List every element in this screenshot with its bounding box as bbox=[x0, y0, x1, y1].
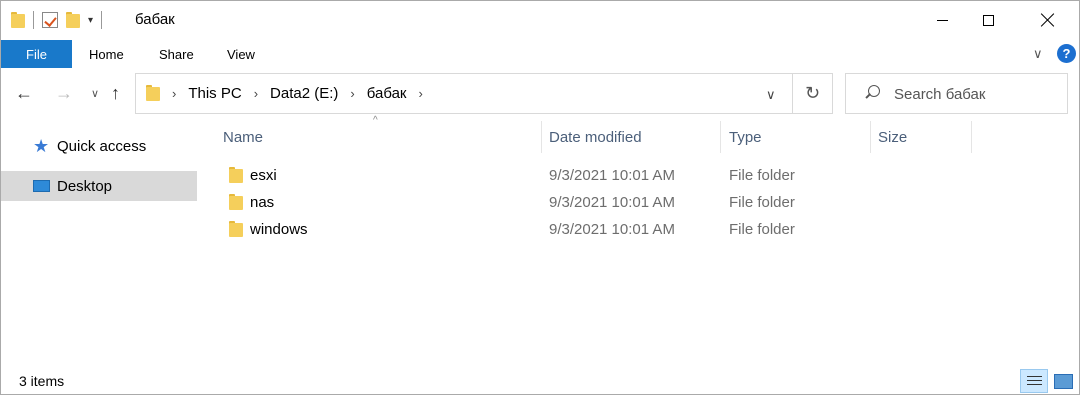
file-type: File folder bbox=[729, 167, 795, 184]
column-header-date-modified[interactable]: Date modified bbox=[549, 119, 642, 153]
file-type: File folder bbox=[729, 221, 795, 238]
sort-indicator-icon: ^ bbox=[373, 115, 378, 126]
toolbar-divider bbox=[101, 11, 103, 29]
star-icon: ★ bbox=[33, 135, 50, 156]
file-row[interactable]: nas 9/3/2021 10:01 AM File folder bbox=[223, 190, 983, 216]
tab-share[interactable]: Share bbox=[159, 47, 194, 62]
tab-file[interactable]: File bbox=[1, 40, 72, 68]
status-bar: 3 items bbox=[1, 367, 1079, 394]
nav-item-label: Quick access bbox=[57, 137, 147, 155]
nav-item-quick-access[interactable]: ★ Quick access bbox=[1, 131, 197, 161]
search-input[interactable] bbox=[894, 83, 1064, 105]
large-icons-view-icon[interactable] bbox=[1051, 369, 1075, 393]
title-bar: ▾ бабак bbox=[1, 1, 1079, 39]
tab-view[interactable]: View bbox=[227, 47, 255, 62]
ribbon-tabs: File Home Share View ∨ ? bbox=[1, 39, 1079, 69]
file-name: nas bbox=[250, 194, 275, 211]
maximize-icon bbox=[982, 14, 994, 26]
breadcrumb-separator[interactable]: › bbox=[172, 86, 176, 101]
search-icon bbox=[864, 85, 880, 101]
folder-icon bbox=[146, 85, 160, 101]
up-button[interactable]: ↑ bbox=[111, 83, 120, 104]
tab-home[interactable]: Home bbox=[89, 47, 124, 62]
navigation-pane: ★ Quick access Desktop bbox=[1, 125, 201, 365]
breadcrumb: › This PC › Data2 (E:) › бабак › bbox=[166, 85, 435, 102]
new-folder-icon[interactable] bbox=[66, 12, 80, 28]
nav-item-label: Desktop bbox=[57, 177, 113, 195]
breadcrumb-this-pc[interactable]: This PC bbox=[188, 85, 241, 102]
quick-access-toolbar: ▾ bbox=[11, 9, 110, 31]
details-view-icon[interactable] bbox=[1020, 369, 1048, 393]
file-date-modified: 9/3/2021 10:01 AM bbox=[549, 194, 675, 211]
folder-icon[interactable] bbox=[11, 12, 25, 28]
close-button[interactable] bbox=[1025, 1, 1071, 39]
back-button[interactable]: ← bbox=[15, 83, 33, 104]
search-box[interactable] bbox=[845, 73, 1068, 114]
breadcrumb-separator[interactable]: › bbox=[350, 86, 354, 101]
breadcrumb-separator[interactable]: › bbox=[418, 86, 422, 101]
address-row: ← → ∨ ↑ › This PC › Data2 (E:) › бабак ›… bbox=[1, 73, 1079, 115]
desktop-icon bbox=[33, 180, 50, 192]
refresh-icon: ↻ bbox=[804, 83, 821, 103]
refresh-button[interactable]: ↻ bbox=[793, 73, 833, 114]
folder-icon bbox=[229, 167, 243, 183]
address-history-dropdown-icon[interactable]: ∨ bbox=[766, 87, 776, 103]
file-row[interactable]: windows 9/3/2021 10:01 AM File folder bbox=[223, 217, 983, 243]
column-divider[interactable] bbox=[870, 121, 871, 153]
maximize-button[interactable] bbox=[965, 1, 1011, 39]
folder-icon bbox=[229, 194, 243, 210]
toolbar-divider bbox=[33, 11, 34, 29]
file-name: esxi bbox=[250, 167, 277, 184]
column-divider[interactable] bbox=[971, 121, 972, 153]
help-icon[interactable]: ? bbox=[1057, 44, 1076, 63]
column-header-name[interactable]: Name bbox=[223, 119, 263, 153]
file-row[interactable]: esxi 9/3/2021 10:01 AM File folder bbox=[223, 163, 983, 189]
file-date-modified: 9/3/2021 10:01 AM bbox=[549, 167, 675, 184]
minimize-icon bbox=[936, 19, 948, 21]
properties-icon[interactable] bbox=[42, 12, 58, 28]
window-title: бабак bbox=[135, 11, 175, 28]
file-explorer-window: ▾ бабак File Home Share View ∨ ? ← → ∨ ↑… bbox=[0, 0, 1080, 395]
breadcrumb-separator[interactable]: › bbox=[254, 86, 258, 101]
item-count: 3 items bbox=[19, 373, 65, 389]
file-name: windows bbox=[250, 221, 308, 238]
column-header-size[interactable]: Size bbox=[878, 119, 907, 153]
breadcrumb-current[interactable]: бабак bbox=[367, 85, 407, 102]
recent-locations-icon[interactable]: ∨ bbox=[91, 87, 99, 100]
customize-dropdown-icon[interactable]: ▾ bbox=[88, 15, 93, 26]
expand-ribbon-icon[interactable]: ∨ bbox=[1033, 46, 1043, 62]
file-type: File folder bbox=[729, 194, 795, 211]
breadcrumb-data2[interactable]: Data2 (E:) bbox=[270, 85, 338, 102]
close-icon bbox=[1041, 13, 1055, 27]
nav-item-desktop[interactable]: Desktop bbox=[1, 171, 197, 201]
file-date-modified: 9/3/2021 10:01 AM bbox=[549, 221, 675, 238]
column-divider[interactable] bbox=[541, 121, 542, 153]
address-bar[interactable]: › This PC › Data2 (E:) › бабак › ∨ bbox=[135, 73, 793, 114]
folder-icon bbox=[229, 221, 243, 237]
column-header-type[interactable]: Type bbox=[729, 119, 762, 153]
forward-button[interactable]: → bbox=[55, 83, 73, 104]
column-divider[interactable] bbox=[720, 121, 721, 153]
minimize-button[interactable] bbox=[919, 1, 965, 39]
